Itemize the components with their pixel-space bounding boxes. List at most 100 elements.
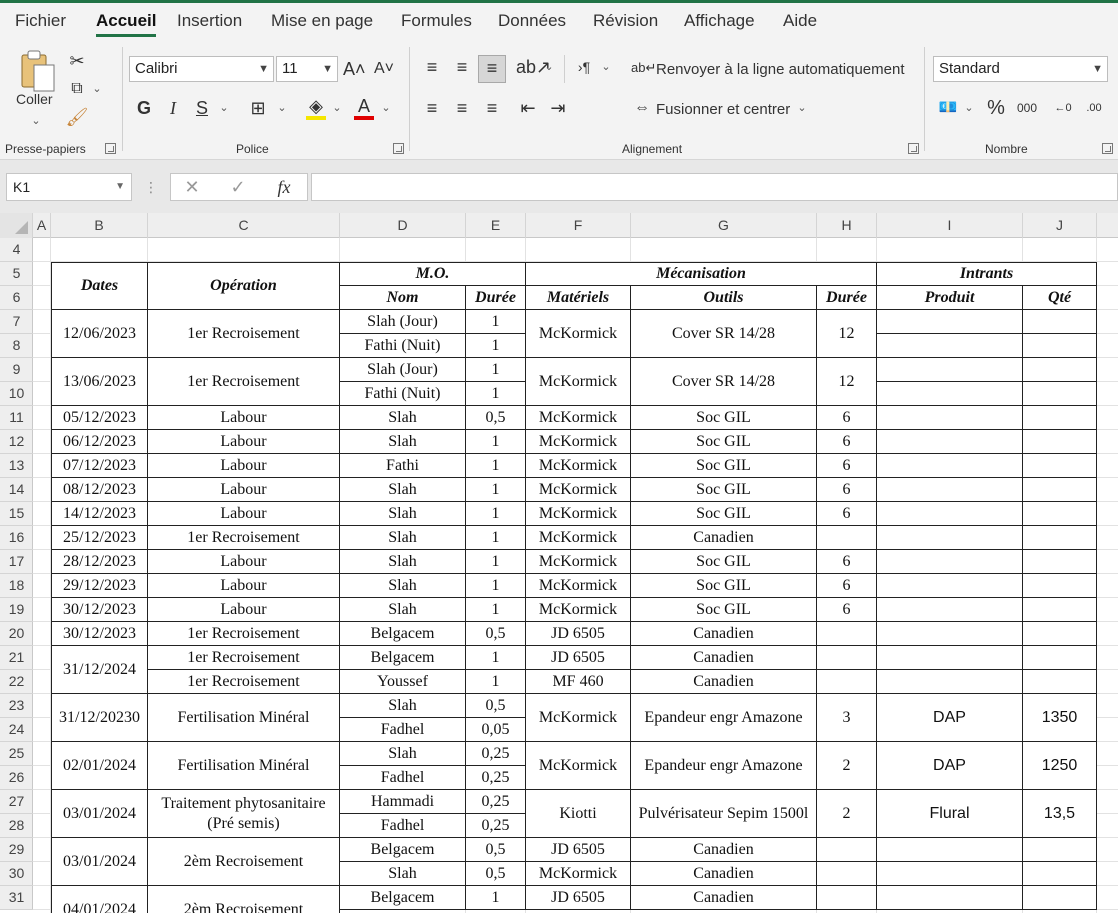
format-painter-icon[interactable]: 🖌: [64, 105, 90, 129]
cell-b9[interactable]: 13/06/2023: [51, 358, 148, 406]
cell-h19[interactable]: 6: [817, 598, 877, 622]
cell-b20[interactable]: 30/12/2023: [51, 622, 148, 646]
cell-h17[interactable]: 6: [817, 550, 877, 574]
row-header-18[interactable]: 18: [0, 574, 33, 598]
name-box[interactable]: K1 ▼: [6, 173, 132, 201]
cell-d31[interactable]: Belgacem: [340, 886, 466, 910]
copy-dropdown-icon[interactable]: ⌄: [91, 77, 103, 101]
cell-e20[interactable]: 0,5: [466, 622, 526, 646]
cell-f16[interactable]: McKormick: [526, 526, 631, 550]
cell-e8[interactable]: 1: [466, 334, 526, 358]
cell-i15[interactable]: [877, 502, 1023, 526]
cell-d10[interactable]: Fathi (Nuit): [340, 382, 466, 406]
wrap-text-button[interactable]: Renvoyer à la ligne automatiquement: [656, 61, 904, 78]
paste-button[interactable]: [18, 49, 58, 93]
cell-g7[interactable]: Cover SR 14/28: [631, 310, 817, 358]
font-name-select[interactable]: Calibri ▼: [129, 56, 274, 82]
cell-i16[interactable]: [877, 526, 1023, 550]
cell-b19[interactable]: 30/12/2023: [51, 598, 148, 622]
cell-j23[interactable]: 1350: [1023, 694, 1097, 742]
cell-e29[interactable]: 0,5: [466, 838, 526, 862]
cell-h15[interactable]: 6: [817, 502, 877, 526]
cell-j14[interactable]: [1023, 478, 1097, 502]
insert-function-button[interactable]: fx: [271, 175, 297, 199]
row-header-10[interactable]: 10: [0, 382, 33, 406]
cell-b7[interactable]: 12/06/2023: [51, 310, 148, 358]
cell-j29[interactable]: [1023, 838, 1097, 862]
cell-e18[interactable]: 1: [466, 574, 526, 598]
cell-f13[interactable]: McKormick: [526, 454, 631, 478]
cell-i8[interactable]: [877, 334, 1023, 358]
row-header-8[interactable]: 8: [0, 334, 33, 358]
fill-color-button[interactable]: ◈: [304, 96, 328, 121]
row-header-25[interactable]: 25: [0, 742, 33, 766]
cell-c7[interactable]: 1er Recroisement: [148, 310, 340, 358]
accounting-format-icon[interactable]: 💶: [936, 96, 960, 120]
thousands-separator-button[interactable]: 000: [1013, 96, 1041, 120]
cell-e21[interactable]: 1: [466, 646, 526, 670]
cell-f25[interactable]: McKormick: [526, 742, 631, 790]
cell-e23[interactable]: 0,5: [466, 694, 526, 718]
increase-decimal-icon[interactable]: ←0: [1051, 96, 1075, 120]
cell-i7[interactable]: [877, 310, 1023, 334]
cell-e15[interactable]: 1: [466, 502, 526, 526]
tab-formules[interactable]: Formules: [401, 11, 472, 31]
cell-j22[interactable]: [1023, 670, 1097, 694]
cell-b13[interactable]: 07/12/2023: [51, 454, 148, 478]
cell-d12[interactable]: Slah: [340, 430, 466, 454]
cell-h11[interactable]: 6: [817, 406, 877, 430]
cell-e22[interactable]: 1: [466, 670, 526, 694]
column-header-i[interactable]: I: [877, 213, 1023, 238]
cell-c19[interactable]: Labour: [148, 598, 340, 622]
cell-i18[interactable]: [877, 574, 1023, 598]
cell-d9[interactable]: Slah (Jour): [340, 358, 466, 382]
cell-f12[interactable]: McKormick: [526, 430, 631, 454]
cell-g15[interactable]: Soc GIL: [631, 502, 817, 526]
cell-b27[interactable]: 03/01/2024: [51, 790, 148, 838]
cell-g16[interactable]: Canadien: [631, 526, 817, 550]
increase-indent-icon[interactable]: ⇥: [546, 96, 570, 120]
orientation-dropdown-icon[interactable]: ⌄: [543, 55, 555, 79]
cell-d27[interactable]: Hammadi: [340, 790, 466, 814]
cell-c16[interactable]: 1er Recroisement: [148, 526, 340, 550]
cell-e27[interactable]: 0,25: [466, 790, 526, 814]
cell-g11[interactable]: Soc GIL: [631, 406, 817, 430]
header-materiels[interactable]: Matériels: [526, 286, 631, 310]
cell-g18[interactable]: Soc GIL: [631, 574, 817, 598]
cell-d28[interactable]: Fadhel: [340, 814, 466, 838]
row-header-16[interactable]: 16: [0, 526, 33, 550]
cell-f15[interactable]: McKormick: [526, 502, 631, 526]
cell-e25[interactable]: 0,25: [466, 742, 526, 766]
cell-j8[interactable]: [1023, 334, 1097, 358]
cell-b16[interactable]: 25/12/2023: [51, 526, 148, 550]
cell-f29[interactable]: JD 6505: [526, 838, 631, 862]
enter-icon[interactable]: ✓: [227, 175, 249, 199]
cell-h25[interactable]: 2: [817, 742, 877, 790]
cell-g17[interactable]: Soc GIL: [631, 550, 817, 574]
cell-f30[interactable]: McKormick: [526, 862, 631, 886]
column-header-j[interactable]: J: [1023, 213, 1097, 238]
percent-button[interactable]: %: [985, 96, 1007, 120]
cell-b31[interactable]: 04/01/2024: [51, 886, 148, 913]
cell-i21[interactable]: [877, 646, 1023, 670]
copy-icon[interactable]: ⧉: [64, 77, 90, 101]
cell-e7[interactable]: 1: [466, 310, 526, 334]
cell-d17[interactable]: Slah: [340, 550, 466, 574]
cell-c11[interactable]: Labour: [148, 406, 340, 430]
tab-affichage[interactable]: Affichage: [684, 11, 755, 31]
cell-i12[interactable]: [877, 430, 1023, 454]
column-header-d[interactable]: D: [340, 213, 466, 238]
cell-f21[interactable]: JD 6505: [526, 646, 631, 670]
text-direction-dropdown-icon[interactable]: ⌄: [600, 55, 612, 79]
cell-d30[interactable]: Slah: [340, 862, 466, 886]
cell-g30[interactable]: Canadien: [631, 862, 817, 886]
row-header-29[interactable]: 29: [0, 838, 33, 862]
column-header-g[interactable]: G: [631, 213, 817, 238]
row-header-22[interactable]: 22: [0, 670, 33, 694]
row-header-31[interactable]: 31: [0, 886, 33, 910]
cell-e31[interactable]: 1: [466, 886, 526, 910]
cell-j13[interactable]: [1023, 454, 1097, 478]
cell-e14[interactable]: 1: [466, 478, 526, 502]
cell-h27[interactable]: 2: [817, 790, 877, 838]
row-header-14[interactable]: 14: [0, 478, 33, 502]
